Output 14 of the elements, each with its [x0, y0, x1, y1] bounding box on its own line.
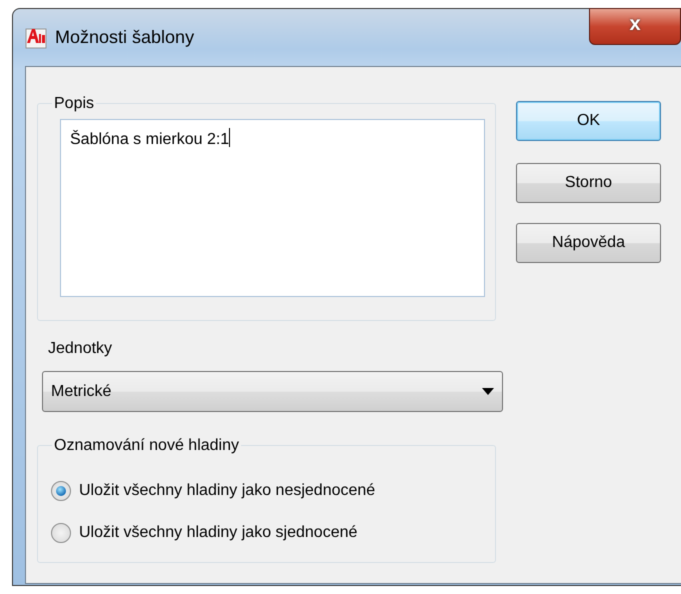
app-icon [25, 26, 47, 48]
radio-button[interactable] [51, 481, 71, 501]
description-field[interactable]: Šablóna s mierkou 2:1 [60, 119, 485, 297]
dialog-button[interactable]: Storno [516, 163, 661, 203]
window-title: Možnosti šablony [55, 26, 194, 49]
radio-button[interactable] [51, 523, 71, 543]
radio-label: Uložit všechny hladiny jako sjednocené [79, 523, 358, 543]
dropdown-arrow-icon [482, 388, 494, 395]
close-button[interactable]: x [589, 8, 681, 45]
units-label: Jednotky [48, 339, 112, 359]
units-dropdown[interactable]: Metrické [42, 371, 503, 412]
radio-label: Uložit všechny hladiny jako nesjednocené [79, 481, 376, 501]
ok-button[interactable]: OK [516, 101, 661, 141]
dialog-button[interactable]: Nápověda [516, 223, 661, 263]
